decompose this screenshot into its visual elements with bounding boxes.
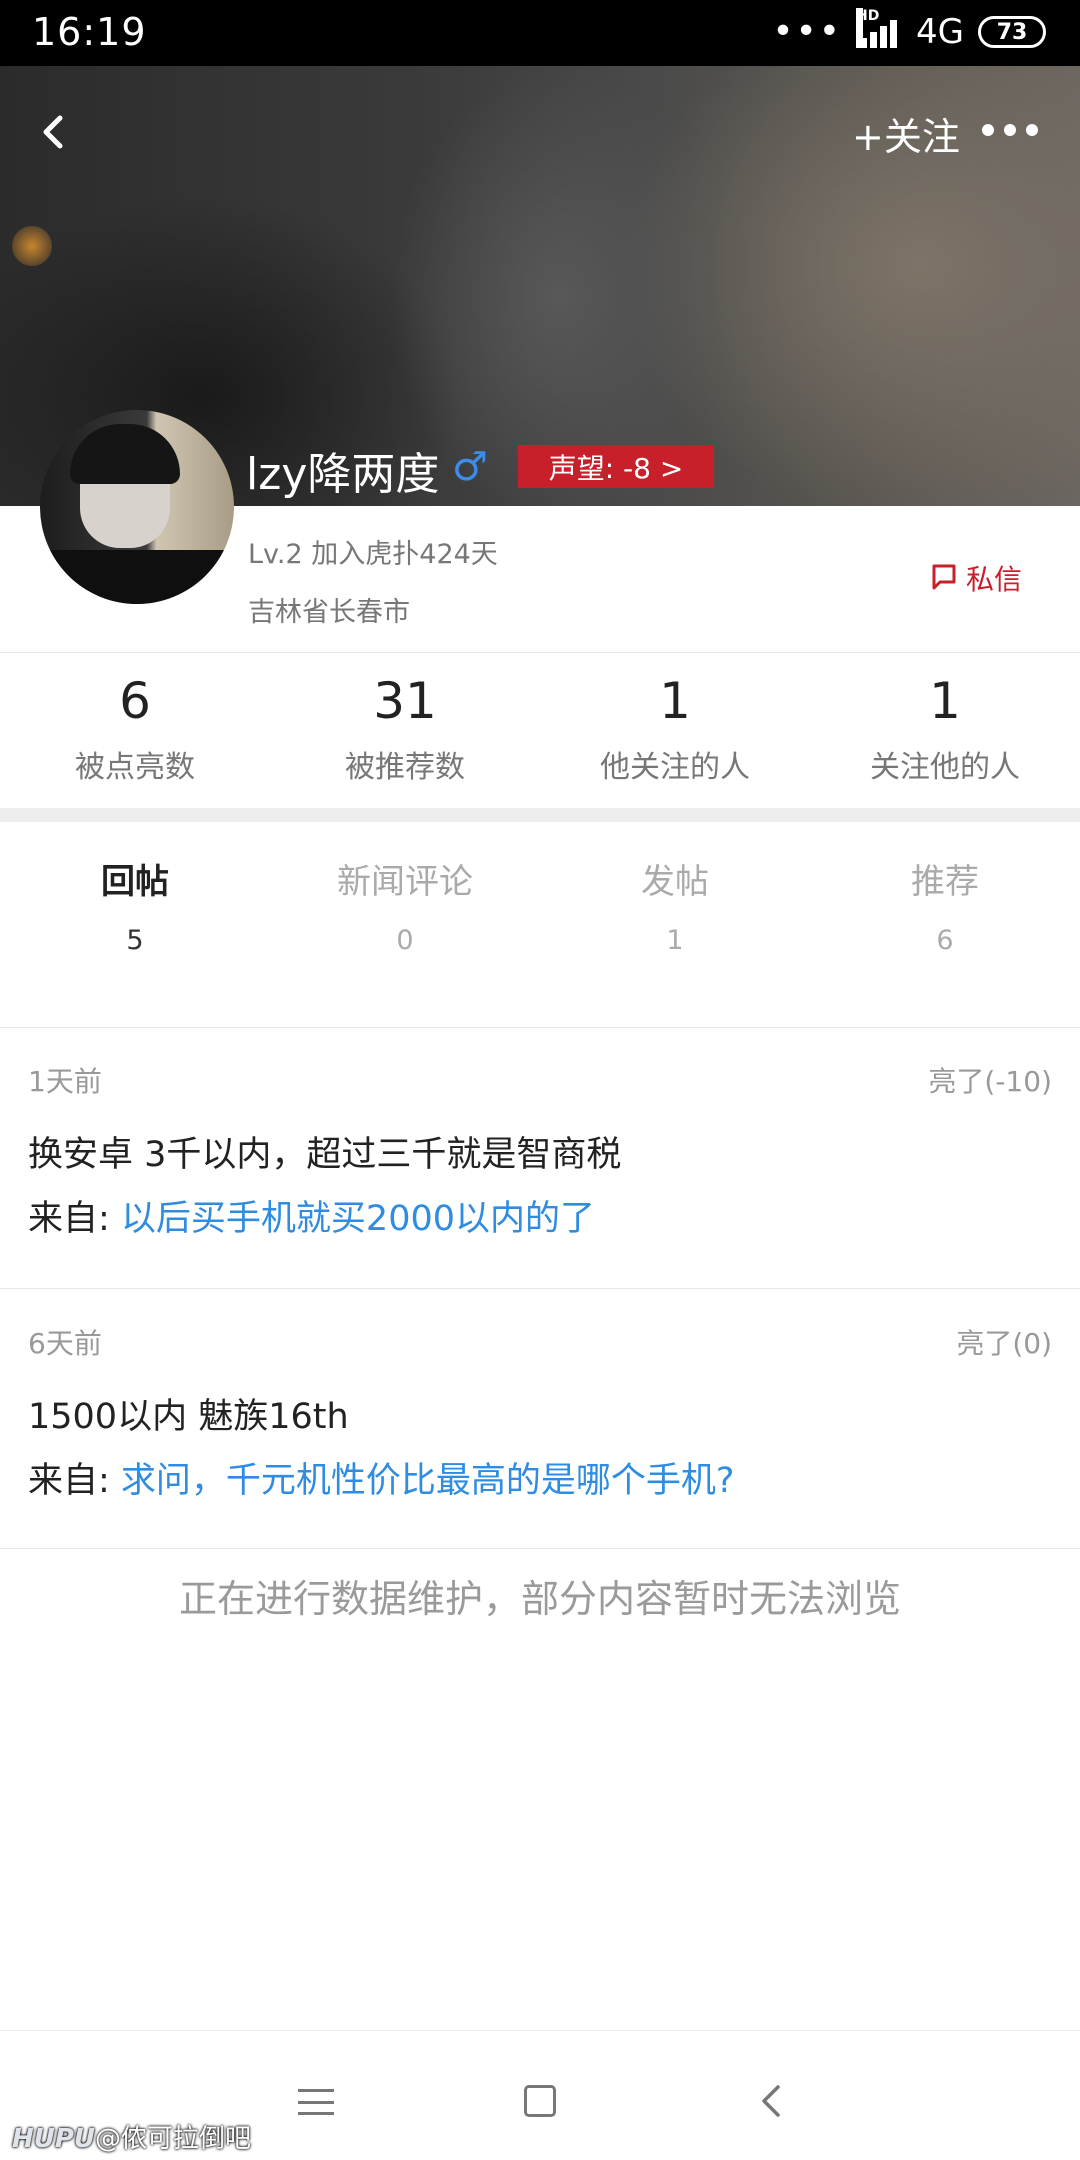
cover-light-spot: [12, 226, 52, 266]
stat-label: 关注他的人: [870, 750, 1020, 785]
post-time: 1天前: [28, 1065, 102, 1098]
stat-value: 6: [119, 672, 151, 730]
tab-label: 发帖: [641, 862, 709, 902]
recent-apps-icon[interactable]: [298, 2089, 334, 2115]
username: lzy降两度: [246, 449, 440, 500]
notification-dots-icon: •••: [772, 11, 843, 52]
tab-count: 6: [936, 925, 954, 956]
tab-count: 0: [396, 925, 414, 956]
stat-value: 1: [659, 672, 691, 730]
tab-replies[interactable]: 回帖 5: [0, 854, 270, 956]
status-bar: 16:19 ••• HD 4G 73: [0, 0, 1080, 66]
watermark-handle: @侬可拉倒吧: [95, 2124, 252, 2154]
post-source-link[interactable]: 求问，千元机性价比最高的是哪个手机?: [121, 1461, 735, 1501]
tab-label: 新闻评论: [337, 862, 473, 902]
tab-count: 5: [126, 925, 144, 956]
divider: [0, 1288, 1080, 1289]
more-options-icon[interactable]: [982, 120, 1038, 140]
status-time: 16:19: [32, 10, 147, 54]
battery-level: 73: [996, 19, 1028, 45]
tab-label: 推荐: [911, 862, 979, 902]
message-flag-icon: [932, 564, 956, 590]
reputation-badge[interactable]: 声望: -8 >: [518, 445, 714, 488]
back-arrow-icon[interactable]: [28, 106, 80, 158]
stat-followers[interactable]: 1 关注他的人: [810, 672, 1080, 786]
divider: [0, 1027, 1080, 1028]
stat-following[interactable]: 1 他关注的人: [540, 672, 810, 786]
stat-value: 1: [929, 672, 961, 730]
watermark: HUPU@侬可拉倒吧: [12, 2118, 251, 2155]
tab-label: 回帖: [101, 862, 169, 902]
post-source-link[interactable]: 以后买手机就买2000以内的了: [121, 1199, 595, 1239]
location: 吉林省长春市: [248, 597, 410, 628]
signal-icon: HD: [856, 8, 902, 50]
post-source: 来自: 求问，千元机性价比最高的是哪个手机?: [28, 1452, 735, 1503]
watermark-brand: HUPU: [12, 2124, 96, 2154]
divider: [0, 1548, 1080, 1549]
stat-label: 被点亮数: [75, 750, 195, 785]
post-source-prefix: 来自:: [28, 1461, 121, 1501]
stat-recommended[interactable]: 31 被推荐数: [270, 672, 540, 786]
private-message-button[interactable]: 私信: [930, 558, 1022, 598]
level-join-info: Lv.2 加入虎扑424天: [248, 539, 498, 570]
stat-label: 被推荐数: [345, 750, 465, 785]
divider: [0, 652, 1080, 653]
tab-recommend[interactable]: 推荐 6: [810, 854, 1080, 956]
status-icons: ••• HD 4G 73: [772, 8, 1046, 52]
maintenance-notice: 正在进行数据维护，部分内容暂时无法浏览: [178, 1577, 901, 1621]
tab-count: 1: [666, 925, 684, 956]
stat-label: 他关注的人: [600, 750, 750, 785]
battery-icon: 73: [978, 16, 1046, 48]
stat-likes[interactable]: 6 被点亮数: [0, 672, 270, 786]
post-likes: 亮了(-10): [928, 1065, 1052, 1098]
male-gender-icon: ♂: [452, 444, 488, 490]
tab-posts[interactable]: 发帖 1: [540, 854, 810, 956]
stat-value: 31: [373, 672, 437, 730]
follow-button[interactable]: +关注: [852, 106, 960, 161]
post-source: 来自: 以后买手机就买2000以内的了: [28, 1190, 595, 1241]
network-type: 4G: [916, 12, 964, 52]
post-time: 6天前: [28, 1327, 102, 1360]
post-source-prefix: 来自:: [28, 1199, 121, 1239]
tab-news-comments[interactable]: 新闻评论 0: [270, 854, 540, 956]
private-message-label: 私信: [966, 563, 1023, 596]
section-separator: [0, 808, 1080, 822]
post-content[interactable]: 1500以内 魅族16th: [28, 1388, 349, 1439]
nav-back-icon[interactable]: [752, 2081, 792, 2121]
avatar[interactable]: [40, 410, 234, 604]
post-likes: 亮了(0): [956, 1327, 1052, 1360]
post-content[interactable]: 换安卓 3千以内，超过三千就是智商税: [28, 1126, 621, 1177]
home-icon[interactable]: [524, 2085, 556, 2117]
